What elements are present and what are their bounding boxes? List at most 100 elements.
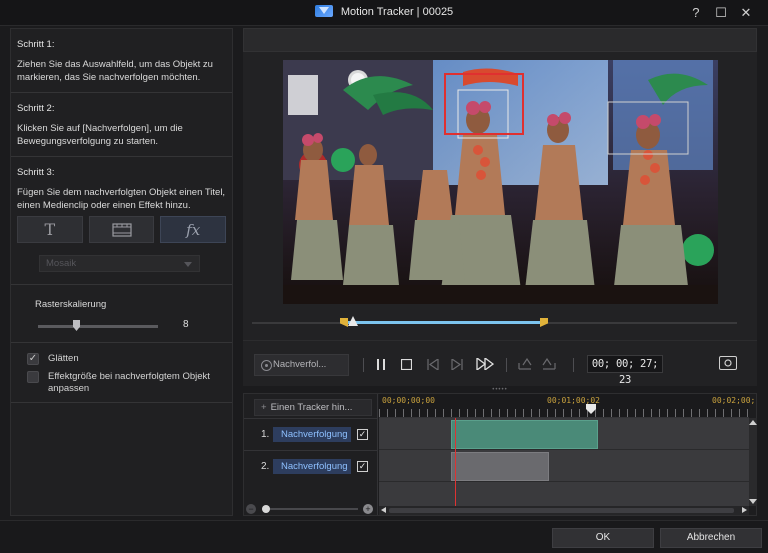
fast-forward-icon (476, 358, 494, 370)
scroll-left-icon[interactable] (381, 507, 386, 513)
tracker-row[interactable]: 2. Nachverfolgung ✓ (244, 450, 378, 482)
raster-label: Rasterskalierung (35, 299, 107, 310)
tracker-number: 1. (261, 429, 270, 440)
settings-panel: Schritt 1: Ziehen Sie das Auswahlfeld, u… (10, 28, 233, 516)
transport-bar: Nachverfol... 00; 00; 27; 23 (243, 340, 757, 386)
help-icon[interactable]: ? (688, 5, 704, 21)
effect-select-value: Mosaik (46, 258, 77, 269)
maximize-icon[interactable]: ☐ (713, 5, 729, 21)
tracker-name-field[interactable]: Nachverfolgung (273, 459, 351, 474)
timeline-ruler[interactable]: 00;00;00;00 00;01;00;02 00;02;00; (379, 394, 755, 418)
zoom-slider-thumb[interactable] (262, 505, 270, 513)
cancel-button[interactable]: Abbrechen (660, 528, 762, 548)
smooth-checkbox[interactable]: ✓ (27, 353, 39, 365)
adjust-size-option[interactable]: Effektgröße bei nachverfolgtem Objekt an… (27, 370, 232, 396)
tracker-lane (379, 450, 749, 482)
step-2-heading: Schritt 2: (17, 103, 55, 114)
mark-out-button[interactable] (541, 354, 557, 374)
preview-header (243, 28, 757, 52)
plus-icon: + (261, 402, 267, 413)
step-3: Schritt 3: Fügen Sie dem nachverfolgten … (11, 167, 232, 212)
divider (11, 401, 232, 403)
track-button[interactable]: Nachverfol... (254, 354, 349, 376)
raster-slider-track[interactable] (38, 325, 158, 328)
add-title-button[interactable]: T (17, 216, 83, 243)
add-tracker-button[interactable]: + Einen Tracker hin... (254, 399, 372, 416)
fast-forward-button[interactable] (475, 354, 495, 374)
window-controls: ? ☐ ✕ (682, 5, 754, 21)
tracker-clip[interactable] (451, 452, 549, 481)
next-frame-icon (450, 358, 463, 370)
trim-selection (344, 321, 544, 324)
snapshot-button[interactable] (719, 356, 737, 370)
vertical-scrollbar[interactable] (749, 418, 757, 506)
tracker-clip[interactable] (451, 420, 598, 449)
dialog-footer: OK Abbrechen (0, 520, 768, 553)
tracker-row[interactable]: 1. Nachverfolgung ✓ (244, 418, 378, 450)
ruler-ticks (379, 409, 749, 417)
smooth-option[interactable]: ✓ Glätten (27, 353, 232, 366)
tracker-lane (379, 418, 749, 450)
title-bar: Motion Tracker | 00025 ? ☐ ✕ (0, 0, 768, 26)
divider (11, 284, 232, 285)
ruler-label: 00;02;00; (712, 396, 756, 405)
media-clip-icon (111, 222, 132, 237)
ruler-label: 00;01;00;02 (547, 396, 600, 405)
step-3-heading: Schritt 3: (17, 167, 55, 178)
raster-slider-thumb[interactable] (73, 320, 80, 331)
title-icon: T (44, 220, 56, 239)
preview-area (243, 52, 757, 340)
stop-button[interactable] (399, 354, 413, 374)
zoom-in-icon[interactable]: + (363, 504, 373, 514)
mark-in-icon (518, 358, 532, 370)
adjust-size-label: Effektgröße bei nachverfolgtem Objekt an… (48, 370, 210, 395)
timeline-zoom[interactable]: − + (246, 503, 376, 515)
raster-slider[interactable]: 8 (11, 316, 232, 336)
step-2-text: Klicken Sie auf [Nachverfolgen], um die … (17, 123, 183, 147)
tracker-list: + Einen Tracker hin... 1. Nachverfolgung … (244, 394, 378, 515)
divider (363, 358, 364, 372)
mark-in-button[interactable] (517, 354, 533, 374)
prev-frame-button[interactable] (425, 354, 439, 374)
divider (506, 358, 507, 372)
add-media-button[interactable] (88, 216, 155, 243)
scrollbar-thumb[interactable] (389, 508, 734, 513)
stop-icon (400, 358, 412, 370)
tracker-visible-checkbox[interactable]: ✓ (357, 461, 368, 472)
chevron-down-icon (184, 262, 192, 267)
scroll-down-icon[interactable] (749, 499, 757, 504)
target-icon (261, 360, 272, 371)
fx-icon: fx (186, 220, 201, 239)
next-frame-button[interactable] (450, 354, 464, 374)
close-icon[interactable]: ✕ (738, 5, 754, 21)
horizontal-scrollbar[interactable] (379, 506, 749, 515)
raster-value: 8 (183, 319, 189, 330)
video-scene (283, 60, 718, 304)
scroll-right-icon[interactable] (742, 507, 747, 513)
tracker-name-field[interactable]: Nachverfolgung (273, 427, 351, 442)
zoom-slider-track[interactable] (262, 508, 358, 510)
trim-out-marker[interactable] (540, 318, 548, 327)
current-time-line (455, 418, 456, 506)
ruler-label: 00;00;00;00 (382, 396, 435, 405)
adjust-size-checkbox[interactable] (27, 370, 39, 383)
scroll-up-icon[interactable] (749, 420, 757, 425)
prev-frame-icon (426, 358, 439, 370)
mark-out-icon (542, 358, 556, 370)
tracker-visible-checkbox[interactable]: ✓ (357, 429, 368, 440)
snapshot-icon (724, 359, 732, 367)
add-effect-button[interactable]: fx (160, 216, 227, 243)
zoom-out-icon[interactable]: − (246, 504, 256, 514)
timecode-display[interactable]: 00; 00; 27; 23 (587, 355, 663, 386)
video-frame[interactable] (283, 60, 718, 304)
step-1: Schritt 1: Ziehen Sie das Auswahlfeld, u… (11, 39, 232, 93)
tracker-number: 2. (261, 461, 270, 472)
resize-handle[interactable]: ••••• (480, 387, 520, 393)
ok-button[interactable]: OK (552, 528, 654, 548)
pause-button[interactable] (375, 354, 387, 374)
trim-in-marker[interactable] (340, 318, 348, 327)
step-3-text: Fügen Sie dem nachverfolgten Objekt eine… (17, 187, 226, 211)
effect-select[interactable]: Mosaik (39, 255, 200, 272)
track-button-label: Nachverfol... (273, 359, 327, 370)
step-1-text: Ziehen Sie das Auswahlfeld, um das Objek… (17, 59, 213, 83)
